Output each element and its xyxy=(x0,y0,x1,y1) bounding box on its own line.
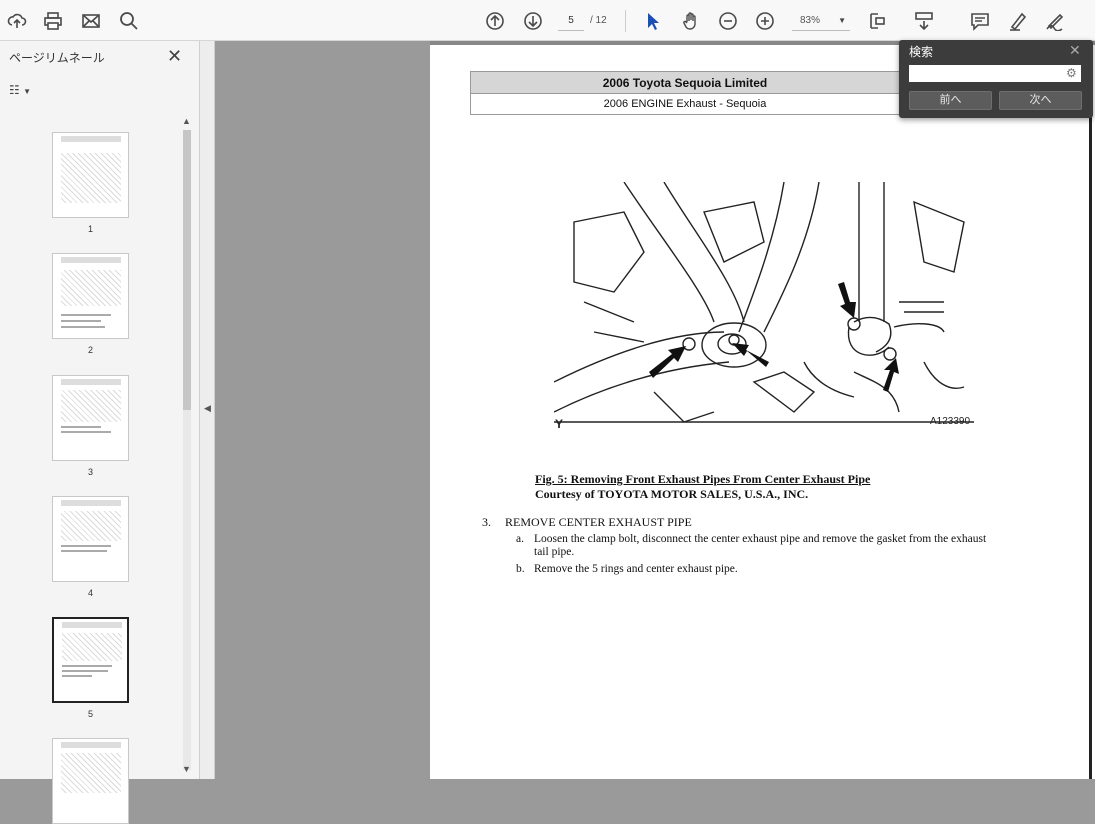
thumbnail-label: 4 xyxy=(87,588,93,598)
caption-title: Fig. 5: Removing Front Exhaust Pipes Fro… xyxy=(535,472,871,486)
zoom-value: 83% xyxy=(800,15,821,26)
cloud-upload-icon[interactable] xyxy=(5,9,29,33)
thumbnail-panel: ページリムネール ✕ ☷ ▼ 1 2 3 4 5 ▲ ▼ xyxy=(0,41,200,824)
zoom-select[interactable]: 83% ▼ xyxy=(792,10,850,31)
thumbnail-image xyxy=(52,496,129,582)
substep-letter: a. xyxy=(516,533,524,545)
figure-id: A123390 xyxy=(930,416,971,427)
thumbnail-page-6[interactable] xyxy=(52,738,129,824)
thumbnail-scrollbar[interactable]: ▲ ▼ xyxy=(182,116,192,776)
figure-view-letter: Y xyxy=(555,417,564,431)
document-header: 2006 Toyota Sequoia Limited 2006 ENGINE … xyxy=(470,71,900,115)
exhaust-diagram-figure xyxy=(554,182,974,423)
page-total: / 12 xyxy=(590,15,607,26)
collapse-panel-icon[interactable]: ◀ xyxy=(204,403,211,414)
list-options-icon: ☷ xyxy=(9,83,20,97)
substep-letter: b. xyxy=(516,563,525,575)
substep-a: a. Loosen the clamp bolt, disconnect the… xyxy=(516,533,1056,561)
thumbnail-options-menu[interactable]: ☷ ▼ xyxy=(9,83,31,97)
highlight-icon[interactable] xyxy=(1006,9,1030,33)
thumbnail-image xyxy=(52,375,129,461)
document-subtitle: 2006 ENGINE Exhaust - Sequoia xyxy=(603,98,767,110)
chevron-down-icon: ▼ xyxy=(838,16,846,25)
thumbnail-page-1[interactable]: 1 xyxy=(52,132,129,234)
thumbnail-image xyxy=(52,253,129,339)
main-toolbar: 5 / 12 83% ▼ xyxy=(0,0,1095,41)
thumbnail-page-3[interactable]: 3 xyxy=(52,375,129,477)
mail-icon[interactable] xyxy=(79,9,103,33)
chevron-down-icon: ▼ xyxy=(23,87,32,96)
search-title: 検索 xyxy=(909,45,934,59)
search-icon[interactable] xyxy=(117,9,141,33)
figure-caption: Fig. 5: Removing Front Exhaust Pipes Fro… xyxy=(535,472,870,502)
scroll-up-icon[interactable]: ▲ xyxy=(182,116,191,126)
prev-page-icon[interactable] xyxy=(483,9,507,33)
hand-tool-icon[interactable] xyxy=(679,9,703,33)
select-cursor-icon[interactable] xyxy=(641,9,665,33)
thumbnail-page-5[interactable]: 5 xyxy=(52,617,129,719)
comment-icon[interactable] xyxy=(968,9,992,33)
document-page: 2006 Toyota Sequoia Limited 2006 ENGINE … xyxy=(430,41,1095,779)
step-heading: 3. REMOVE CENTER EXHAUST PIPE xyxy=(482,515,692,530)
thumbnail-image xyxy=(52,617,129,703)
gear-icon[interactable]: ⚙ xyxy=(1066,66,1077,80)
caption-courtesy: Courtesy of TOYOTA MOTOR SALES, U.S.A., … xyxy=(535,487,809,501)
thumbnail-label: 2 xyxy=(87,345,93,355)
zoom-out-icon[interactable] xyxy=(716,9,740,33)
print-icon[interactable] xyxy=(41,9,65,33)
search-prev-button[interactable]: 前へ xyxy=(909,91,992,110)
close-icon[interactable]: ✕ xyxy=(167,46,182,67)
thumbnail-page-2[interactable]: 2 xyxy=(52,253,129,355)
sign-icon[interactable] xyxy=(1043,9,1067,33)
scroll-mode-icon[interactable] xyxy=(912,9,936,33)
next-page-icon[interactable] xyxy=(521,9,545,33)
page-edge xyxy=(1089,41,1092,779)
thumbnail-label: 1 xyxy=(87,224,93,234)
search-next-button[interactable]: 次へ xyxy=(999,91,1082,110)
toolbar-separator xyxy=(625,10,626,32)
thumbnail-image xyxy=(52,738,129,824)
substep-text: Loosen the clamp bolt, disconnect the ce… xyxy=(534,533,987,545)
substep-text-continued: tail pipe. xyxy=(534,546,575,558)
panel-splitter[interactable]: ◀ xyxy=(200,41,215,779)
close-icon[interactable]: ✕ xyxy=(1069,42,1081,59)
substep-text: Remove the 5 rings and center exhaust pi… xyxy=(534,563,738,575)
substep-b: b. Remove the 5 rings and center exhaust… xyxy=(516,563,1056,577)
step-title: REMOVE CENTER EXHAUST PIPE xyxy=(505,515,692,529)
document-title: 2006 Toyota Sequoia Limited xyxy=(471,72,899,94)
search-input[interactable] xyxy=(909,65,1081,82)
scroll-down-icon[interactable]: ▼ xyxy=(182,764,191,774)
step-number: 3. xyxy=(482,515,491,529)
thumbnail-image xyxy=(52,132,129,218)
page-number-input[interactable]: 5 xyxy=(558,10,584,31)
thumbnail-page-4[interactable]: 4 xyxy=(52,496,129,598)
thumbnail-label: 3 xyxy=(87,467,93,477)
thumbnail-label: 5 xyxy=(87,709,93,719)
scrollbar-thumb[interactable] xyxy=(183,130,191,410)
panel-title: ページリムネール xyxy=(9,51,105,65)
zoom-in-icon[interactable] xyxy=(753,9,777,33)
fit-page-icon[interactable] xyxy=(866,9,890,33)
search-popup: 検索 ✕ ⚙ 前へ 次へ xyxy=(899,40,1093,118)
